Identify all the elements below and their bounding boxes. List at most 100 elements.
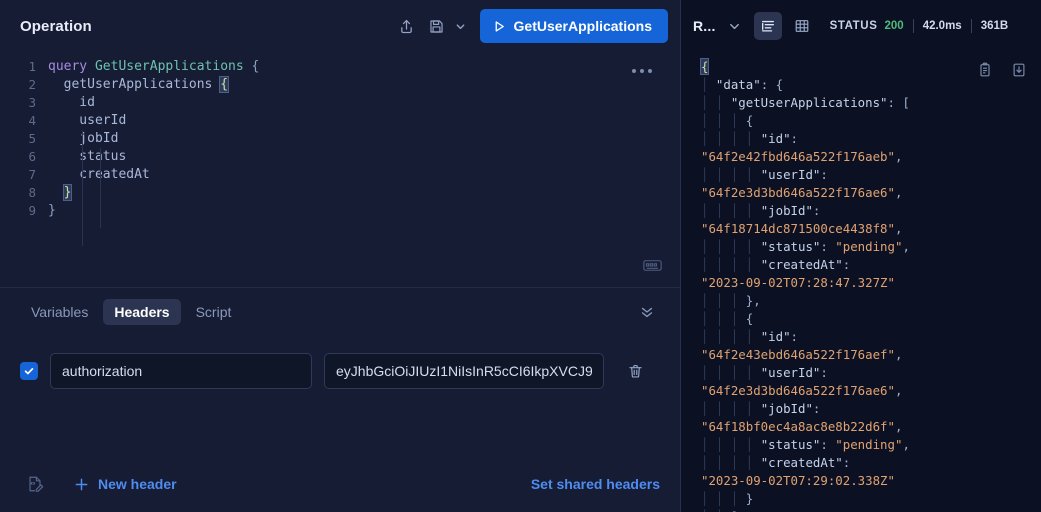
new-header-label: New header xyxy=(98,476,177,492)
json-line: │ │ │ │ "status": "pending", xyxy=(701,239,910,254)
document-edit-icon[interactable] xyxy=(26,475,44,493)
code-line: 5 jobId xyxy=(0,130,680,148)
line-number: 9 xyxy=(28,203,36,218)
json-line: │ │ │ }, xyxy=(701,293,761,308)
json-line: │ │ │ │ "id": xyxy=(701,131,798,146)
code-line: 1 query GetUserApplications { xyxy=(0,58,680,76)
json-line: │ │ ] xyxy=(701,508,1031,512)
code-line: 8 } xyxy=(0,184,680,202)
json-line: │ │ │ │ "userId": xyxy=(701,365,828,380)
tab-script[interactable]: Script xyxy=(185,299,243,325)
code-line-text: createdAt xyxy=(48,167,150,182)
code-line-text: getUserApplications { xyxy=(48,76,229,93)
indent-guide xyxy=(100,148,101,228)
response-header-bar: R... STATUS 200 42.0ms 361B xyxy=(681,0,1041,52)
keyboard-shortcut-icon[interactable] xyxy=(643,259,662,277)
json-line: │ │ │ │ "createdAt": xyxy=(701,455,851,470)
code-line-text: id xyxy=(48,95,95,110)
chevron-down-icon[interactable] xyxy=(452,12,470,40)
line-number: 5 xyxy=(28,131,36,146)
line-number: 3 xyxy=(28,95,36,110)
chevron-double-down-icon[interactable] xyxy=(634,299,660,325)
json-line: │ │ │ │ "createdAt": xyxy=(701,257,851,272)
code-line-text: jobId xyxy=(48,131,119,146)
line-number: 4 xyxy=(28,113,36,128)
run-operation-label: GetUserApplications xyxy=(513,18,652,34)
code-line: 9} xyxy=(0,202,680,220)
header-value-input[interactable] xyxy=(324,353,604,389)
json-line: │ │ │ { xyxy=(701,113,754,128)
json-lines-icon[interactable] xyxy=(753,12,782,40)
json-line: "64f2e3d3bd646a522f176ae6", xyxy=(701,383,903,398)
headers-editor xyxy=(0,335,680,456)
play-triangle-icon xyxy=(493,20,506,33)
run-operation-button[interactable]: GetUserApplications xyxy=(479,9,668,43)
tab-variables[interactable]: Variables xyxy=(20,299,99,325)
status-separator xyxy=(912,19,914,33)
json-line: "64f18714dc871500ce4438f8", xyxy=(701,221,903,236)
response-time: 42.0ms xyxy=(922,20,962,32)
page-title: Operation xyxy=(20,17,92,35)
graphql-ide-window: Operation GetUserApplications 1 query Ge… xyxy=(0,0,1041,512)
tab-headers[interactable]: Headers xyxy=(103,298,181,325)
json-line: │ │ │ │ "status": "pending", xyxy=(701,437,910,452)
json-line: │ │ │ │ "jobId": xyxy=(701,203,821,218)
code-line: 2 getUserApplications { xyxy=(0,76,680,94)
share-upload-icon[interactable] xyxy=(392,11,422,41)
operation-header-bar: Operation GetUserApplications xyxy=(0,0,680,52)
query-editor-code[interactable]: 1 query GetUserApplications { 2 getUserApp… xyxy=(0,52,680,220)
trash-icon[interactable] xyxy=(622,358,648,384)
save-floppy-icon[interactable] xyxy=(422,11,452,41)
status-separator xyxy=(970,19,972,33)
line-number: 7 xyxy=(28,167,36,182)
json-line: "64f18bf0ec4a8ac8e8b22d6f", xyxy=(701,419,903,434)
code-line: 6 status xyxy=(0,148,680,166)
code-line-text: query GetUserApplications { xyxy=(48,59,260,74)
json-line: "64f2e43ebd646a522f176aef", xyxy=(701,347,903,362)
header-key-input[interactable] xyxy=(50,353,312,389)
json-line: "2023-09-02T07:29:02.338Z" xyxy=(701,473,895,488)
json-line: │ │ "getUserApplications": [ xyxy=(701,95,910,110)
code-line: 4 userId xyxy=(0,112,680,130)
line-number: 2 xyxy=(28,77,36,92)
json-line: "64f2e3d3bd646a522f176ae6", xyxy=(701,185,903,200)
line-number: 1 xyxy=(28,59,36,74)
more-horizontal-icon[interactable] xyxy=(628,60,656,82)
json-line: │ │ │ │ "id": xyxy=(701,329,798,344)
json-line: │ │ │ │ "jobId": xyxy=(701,401,821,416)
json-line: "2023-09-02T07:28:47.327Z" xyxy=(701,275,895,290)
download-icon[interactable] xyxy=(1009,60,1029,80)
response-body[interactable]: {│ "data": {│ │ "getUserApplications": [… xyxy=(681,52,1041,512)
set-shared-headers-link[interactable]: Set shared headers xyxy=(531,476,660,492)
operation-pane: Operation GetUserApplications 1 query Ge… xyxy=(0,0,680,512)
code-line: 3 id xyxy=(0,94,680,112)
code-line-text: } xyxy=(48,203,56,218)
table-grid-icon[interactable] xyxy=(788,12,816,40)
json-line: │ │ │ } xyxy=(701,491,754,506)
code-line-text: } xyxy=(62,184,73,201)
line-number: 8 xyxy=(28,185,36,200)
json-line: "64f2e42fbd646a522f176aeb", xyxy=(701,149,903,164)
status-code: 200 xyxy=(884,20,904,32)
query-editor[interactable]: 1 query GetUserApplications { 2 getUserApp… xyxy=(0,52,680,287)
response-size: 361B xyxy=(980,20,1009,32)
new-header-button[interactable]: New header xyxy=(74,476,177,492)
indent-guide xyxy=(82,130,83,246)
code-line: 7 createdAt xyxy=(0,166,680,184)
status-label: STATUS xyxy=(829,20,878,32)
json-line: │ │ │ │ "userId": xyxy=(701,167,828,182)
line-number: 6 xyxy=(28,149,36,164)
headers-footer: New header Set shared headers xyxy=(0,456,680,512)
plus-icon xyxy=(74,477,89,492)
code-line-text: userId xyxy=(48,113,127,128)
response-status-group: STATUS 200 42.0ms 361B xyxy=(829,19,1009,33)
header-enabled-checkbox[interactable] xyxy=(20,362,38,380)
json-line: │ │ │ { xyxy=(701,311,754,326)
code-line-text: status xyxy=(48,149,127,164)
response-title: R... xyxy=(693,18,716,34)
response-pane: R... STATUS 200 42.0ms 361B {│ "data": … xyxy=(681,0,1041,512)
response-json[interactable]: {│ "data": {│ │ "getUserApplications": [… xyxy=(681,54,1041,512)
clipboard-copy-icon[interactable] xyxy=(975,60,995,80)
response-actions xyxy=(975,60,1029,80)
chevron-down-icon[interactable] xyxy=(722,13,748,39)
